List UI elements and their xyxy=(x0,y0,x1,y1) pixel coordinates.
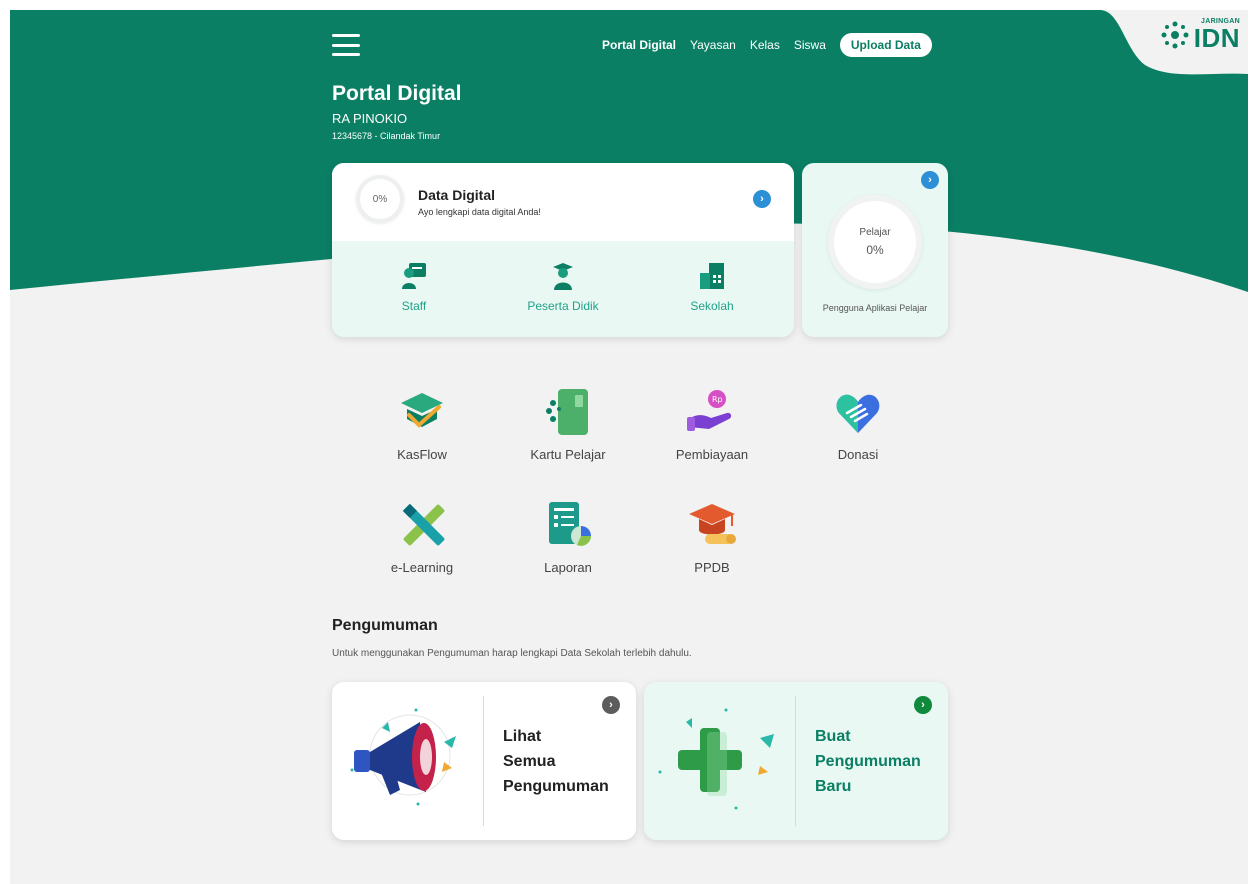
nav-yayasan[interactable]: Yayasan xyxy=(690,38,736,52)
chevron-right-icon[interactable]: › xyxy=(602,696,620,714)
data-digital-header[interactable]: 0% Data Digital Ayo lengkapi data digita… xyxy=(332,163,794,241)
chevron-right-icon[interactable]: › xyxy=(914,696,932,714)
category-peserta-didik-label: Peserta Didik xyxy=(527,299,599,313)
report-icon xyxy=(549,502,591,546)
app-laporan-label: Laporan xyxy=(544,560,592,575)
pelajar-value: 0% xyxy=(866,243,884,257)
app-grid: KasFlow Kartu Pelajar Rp Pembiayaan Dona… xyxy=(352,385,932,585)
announcements-title: Pengumuman xyxy=(332,617,438,634)
app-kasflow-label: KasFlow xyxy=(397,447,447,462)
data-digital-subtitle: Ayo lengkapi data digital Anda! xyxy=(418,207,541,217)
nav-portal-digital[interactable]: Portal Digital xyxy=(602,38,676,52)
chevron-right-icon[interactable]: › xyxy=(753,190,771,208)
app-donasi[interactable]: Donasi xyxy=(788,385,928,462)
category-staff-label: Staff xyxy=(401,299,427,313)
student-card-icon xyxy=(546,389,588,435)
megaphone-icon xyxy=(350,708,456,806)
data-digital-card: 0% Data Digital Ayo lengkapi data digita… xyxy=(332,163,794,337)
sparkle-logo-icon xyxy=(1161,21,1189,48)
category-peserta-didik[interactable]: Peserta Didik xyxy=(503,261,623,313)
app-kasflow[interactable]: KasFlow xyxy=(352,385,492,462)
app-pembiayaan-label: Pembiayaan xyxy=(675,447,749,462)
announcements-subtitle: Untuk menggunakan Pengumuman harap lengk… xyxy=(332,648,692,659)
app-laporan[interactable]: Laporan xyxy=(498,498,638,575)
nav-siswa[interactable]: Siswa xyxy=(794,38,826,52)
svg-text:Rp: Rp xyxy=(712,395,723,404)
hamburger-icon[interactable] xyxy=(332,34,360,56)
school-name: RA PINOKIO xyxy=(332,111,408,126)
view-all-label: Lihat Semua Pengumuman xyxy=(503,728,609,795)
app-kartu-pelajar-label: Kartu Pelajar xyxy=(530,447,606,462)
pelajar-label: Pelajar xyxy=(859,227,891,238)
category-sekolah[interactable]: Sekolah xyxy=(652,261,772,313)
financing-hand-icon: Rp xyxy=(687,390,732,431)
pelajar-caption: Pengguna Aplikasi Pelajar xyxy=(822,303,928,313)
create-new-label: Buat Pengumuman Baru xyxy=(815,728,921,795)
category-sekolah-label: Sekolah xyxy=(690,299,734,313)
app-frame: JARINGAN IDN Portal Digital Yayasan Kela… xyxy=(10,10,1248,884)
kasflow-icon xyxy=(401,393,443,428)
app-pembiayaan[interactable]: Rp Pembiayaan xyxy=(642,385,782,462)
school-meta: 12345678 - Cilandak Timur xyxy=(332,131,441,141)
app-ppdb[interactable]: PPDB xyxy=(642,498,782,575)
app-donasi-label: Donasi xyxy=(837,447,879,462)
app-ppdb-label: PPDB xyxy=(694,560,730,575)
data-digital-title: Data Digital xyxy=(418,187,496,203)
pelajar-progress-ring: Pelajar 0% xyxy=(828,195,922,289)
category-staff[interactable]: Staff xyxy=(354,261,474,313)
pelajar-card[interactable]: › Pelajar 0% Pengguna Aplikasi Pelajar xyxy=(802,163,948,337)
chevron-right-icon[interactable]: › xyxy=(921,171,939,189)
plus-icon xyxy=(658,708,774,810)
page-title: Portal Digital xyxy=(332,82,462,105)
view-all-announcements-card[interactable]: Lihat Semua Pengumuman › xyxy=(332,682,636,840)
heart-hands-icon xyxy=(836,394,880,433)
staff-icon xyxy=(402,263,426,289)
app-kartu-pelajar[interactable]: Kartu Pelajar xyxy=(498,385,638,462)
student-icon xyxy=(553,263,573,290)
graduation-cap-icon xyxy=(689,504,736,544)
data-digital-progress: 0% xyxy=(356,175,404,223)
upload-data-button[interactable]: Upload Data xyxy=(839,33,932,57)
building-icon xyxy=(700,263,724,289)
brand-name: IDN xyxy=(1193,23,1240,53)
brand-logo[interactable]: JARINGAN IDN xyxy=(1160,18,1240,51)
top-navigation: Portal Digital Yayasan Kelas Siswa Uploa… xyxy=(602,33,932,57)
create-announcement-card[interactable]: Buat Pengumuman Baru › xyxy=(644,682,948,840)
app-e-learning-label: e-Learning xyxy=(390,560,454,575)
app-e-learning[interactable]: e-Learning xyxy=(352,498,492,575)
pencil-ruler-icon xyxy=(402,503,445,546)
nav-kelas[interactable]: Kelas xyxy=(750,38,780,52)
